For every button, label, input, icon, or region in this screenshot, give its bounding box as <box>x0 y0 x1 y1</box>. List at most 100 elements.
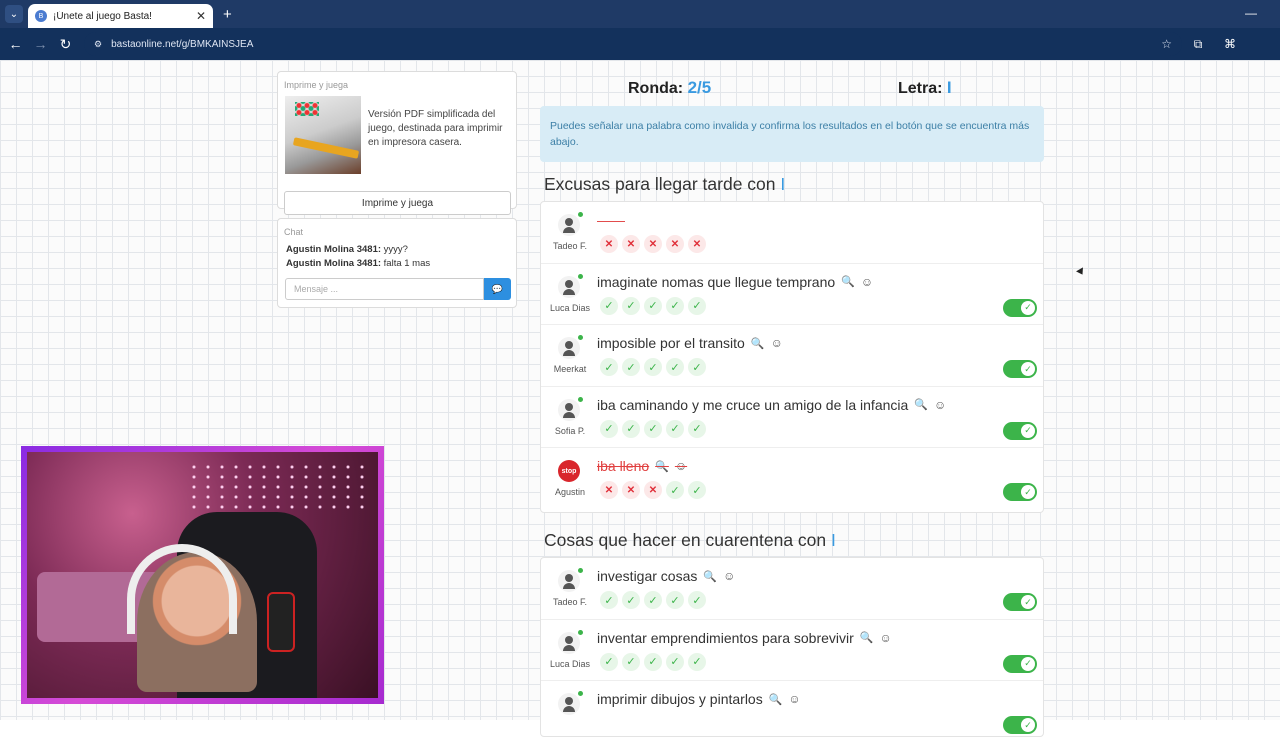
answer-text: —— <box>597 212 625 228</box>
letter-value: I <box>946 78 952 97</box>
vote-cross-icon: ✕ <box>644 481 662 499</box>
user-avatar-icon <box>558 335 583 359</box>
browser-tab[interactable]: B ¡Únete al juego Basta! ✕ <box>28 4 213 28</box>
vote-list: ✕ ✕ ✕ ✕ ✕ <box>600 235 710 253</box>
answers-list: Tadeo F. investigar cosas 🔍 ☺ ✓ ✓ ✓ ✓ ✓ ✓ Luca Dia… <box>540 557 1044 737</box>
vote-check-icon: ✓ <box>688 296 706 315</box>
online-indicator <box>578 691 583 696</box>
vote-check-icon: ✓ <box>666 296 684 315</box>
vote-check-icon: ✓ <box>600 419 618 438</box>
user-avatar-icon <box>558 396 583 421</box>
info-alert: Puedes señalar una palabra como invalida… <box>540 106 1044 162</box>
smiley-icon[interactable]: ☺ <box>880 631 892 645</box>
url-field[interactable]: ⚙ bastaonline.net/g/BMKAINSJEA ☆ <box>84 32 1182 56</box>
vote-check-icon: ✓ <box>688 419 706 438</box>
letter-label: Letra: <box>898 80 943 97</box>
round-label: Ronda: <box>628 80 684 97</box>
print-and-play-button[interactable]: Imprime y juega <box>284 191 511 215</box>
vote-cross-icon: ✕ <box>622 481 640 499</box>
new-tab-icon[interactable]: + <box>223 6 232 23</box>
bookmark-star-icon[interactable]: ☆ <box>1161 37 1172 51</box>
answer-row: Meerkat imposible por el transito 🔍 ☺ ✓ ✓ ✓ ✓ ✓ ✓ <box>541 325 1043 387</box>
chat-message-input[interactable]: Mensaje ... <box>285 278 484 300</box>
vote-check-icon: ✓ <box>622 296 640 315</box>
valid-toggle[interactable]: ✓ <box>1003 360 1037 378</box>
send-chat-icon: 💬 <box>491 283 504 294</box>
vote-check-icon: ✓ <box>666 481 684 499</box>
smiley-icon[interactable]: ☺ <box>723 569 735 583</box>
round-value: 2/5 <box>687 78 712 97</box>
vote-check-icon: ✓ <box>600 652 618 671</box>
category-title-text: Excusas para llegar tarde con <box>544 174 781 194</box>
smiley-icon[interactable]: ☺ <box>861 275 873 289</box>
vote-list: ✓ ✓ ✓ ✓ ✓ <box>600 358 710 376</box>
check-icon: ✓ <box>1021 595 1035 609</box>
answer-word: imposible por el transito 🔍 ☺ <box>597 335 783 351</box>
player-name: Luca Dias <box>549 658 591 669</box>
search-icon[interactable]: 🔍 <box>751 337 765 350</box>
print-card-heading: Imprime y juega <box>284 80 349 90</box>
vote-cross-icon: ✕ <box>600 481 618 499</box>
valid-toggle[interactable]: ✓ <box>1003 298 1037 317</box>
search-icon[interactable]: 🔍 <box>914 398 928 411</box>
extensions-icon[interactable]: ⧉ <box>1182 37 1214 52</box>
search-icon[interactable]: 🔍 <box>703 570 717 583</box>
browser-tab-bar: ⌄ B ¡Únete al juego Basta! ✕ + — <box>0 0 1280 28</box>
round-indicator: Ronda: 2/5 <box>628 78 711 98</box>
online-indicator <box>578 335 583 340</box>
send-message-button[interactable]: 💬 <box>484 278 511 300</box>
answer-row: Luca Dias imaginate nomas que llegue temp… <box>541 264 1043 325</box>
vote-check-icon: ✓ <box>622 358 640 376</box>
tab-search-chevron-icon[interactable]: ⌄ <box>5 5 23 23</box>
forward-icon[interactable]: → <box>28 36 53 52</box>
player-name: Tadeo F. <box>552 597 588 607</box>
vote-check-icon: ✓ <box>622 652 640 671</box>
smiley-icon[interactable]: ☺ <box>771 336 783 350</box>
check-icon: ✓ <box>1021 362 1035 376</box>
answer-word: iba lleno 🔍 ☺ <box>597 458 687 474</box>
smiley-icon[interactable]: ☺ <box>934 398 946 412</box>
vote-check-icon: ✓ <box>688 652 706 671</box>
answer-text: imaginate nomas que llegue temprano <box>597 273 836 290</box>
smiley-icon[interactable]: ☺ <box>788 692 800 706</box>
mouse-cursor <box>1076 267 1086 277</box>
tab-title: ¡Únete al juego Basta! <box>53 10 152 22</box>
answer-text: imposible por el transito <box>597 335 745 351</box>
vote-check-icon: ✓ <box>600 296 618 315</box>
player-name: Luca Dias <box>549 302 591 313</box>
vote-check-icon: ✓ <box>644 296 662 315</box>
valid-toggle[interactable]: ✓ <box>1003 654 1037 673</box>
vote-check-icon: ✓ <box>644 419 662 438</box>
side-panel-icon[interactable]: ⌘ <box>1214 37 1246 51</box>
url-text: bastaonline.net/g/BMKAINSJEA <box>111 38 254 50</box>
valid-toggle[interactable]: ✓ <box>1003 483 1037 501</box>
answer-word: inventar emprendimientos para sobrevivir… <box>597 630 892 646</box>
vote-cross-icon: ✕ <box>600 235 618 253</box>
search-icon[interactable]: 🔍 <box>841 275 855 288</box>
vote-list: ✓ ✓ ✓ ✓ ✓ <box>600 652 710 671</box>
answer-text: iba caminando y me cruce un amigo de la … <box>597 396 909 413</box>
search-icon[interactable]: 🔍 <box>655 460 669 473</box>
webcam-video <box>27 452 378 698</box>
vote-cross-icon: ✕ <box>666 235 684 253</box>
valid-toggle[interactable]: ✓ <box>1003 593 1037 611</box>
reload-icon[interactable]: ↻ <box>53 36 78 53</box>
category-letter: I <box>780 174 786 194</box>
back-icon[interactable]: ← <box>3 36 28 52</box>
check-icon: ✓ <box>1021 718 1035 732</box>
valid-toggle[interactable]: ✓ <box>1003 716 1037 734</box>
vote-check-icon: ✓ <box>688 481 706 499</box>
chat-card: Chat Agustin Molina 3481: yyyy? Agustin … <box>277 218 517 308</box>
vote-check-icon: ✓ <box>666 419 684 438</box>
answer-row: Luca Dias inventar emprendimientos para s… <box>541 620 1043 681</box>
close-tab-icon[interactable]: ✕ <box>196 9 206 23</box>
vote-check-icon: ✓ <box>688 358 706 376</box>
online-indicator <box>578 568 583 573</box>
webcam-overlay <box>21 446 384 704</box>
minimize-icon[interactable]: — <box>1245 6 1257 20</box>
search-icon[interactable]: 🔍 <box>860 631 874 644</box>
smiley-icon[interactable]: ☺ <box>675 459 687 473</box>
search-icon[interactable]: 🔍 <box>769 693 783 706</box>
site-info-icon[interactable]: ⚙ <box>94 39 102 50</box>
valid-toggle[interactable]: ✓ <box>1003 421 1037 440</box>
